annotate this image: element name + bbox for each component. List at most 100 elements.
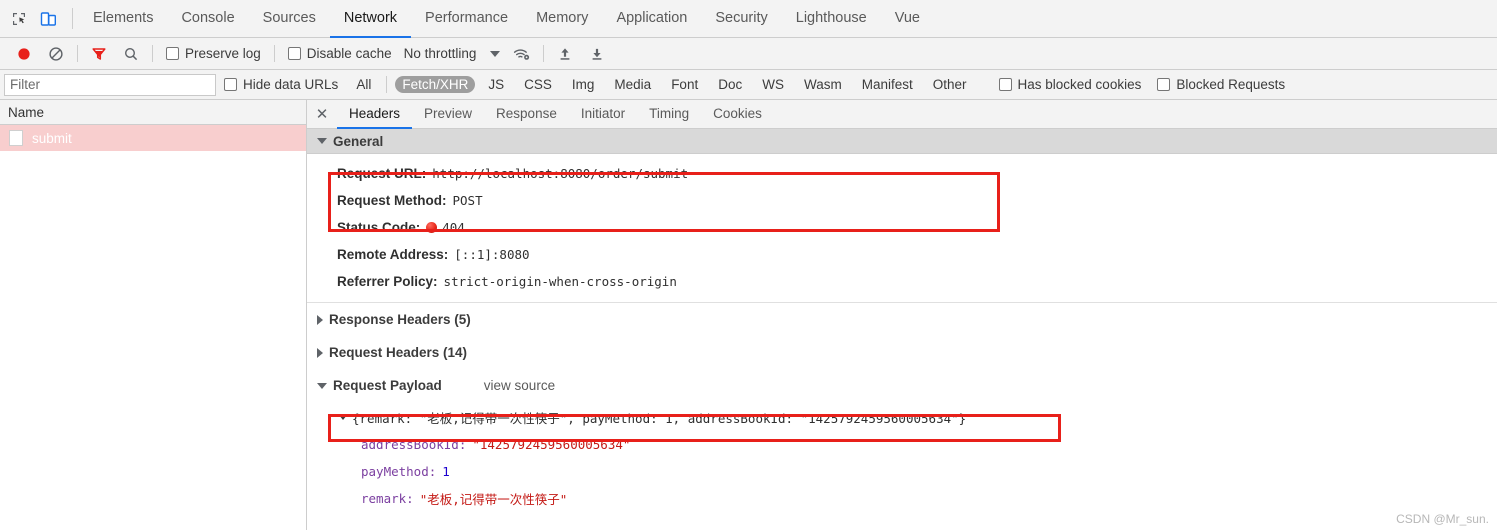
table-row[interactable]: submit: [0, 125, 306, 151]
network-body: Name submit ✕ Headers Preview Response I…: [0, 100, 1497, 530]
device-toolbar-icon[interactable]: [34, 0, 64, 37]
general-row-request-url: Request URL: http://localhost:8080/order…: [337, 160, 1497, 187]
payload-properties: addressBookId: "1425792459560005634" pay…: [307, 427, 1497, 512]
property-value: "1425792459560005634": [472, 437, 631, 452]
section-title-response-headers: Response Headers (5): [329, 312, 471, 327]
general-row-referrer-policy: Referrer Policy: strict-origin-when-cros…: [337, 268, 1497, 295]
triangle-right-icon: [317, 347, 323, 358]
toolbar-divider: [273, 45, 275, 62]
devtools-main-tabbar: Elements Console Sources Network Perform…: [0, 0, 1497, 38]
clear-icon[interactable]: [40, 46, 72, 62]
triangle-down-icon: [317, 138, 327, 144]
section-title-general: General: [333, 133, 384, 149]
payload-row-remark: remark: "老板,记得带一次性筷子": [361, 485, 1497, 512]
property-value: 1: [442, 464, 450, 479]
filter-chip-wasm[interactable]: Wasm: [797, 76, 849, 93]
checkbox-box: [998, 78, 1012, 91]
request-list-column-header-name[interactable]: Name: [0, 100, 306, 125]
section-header-request-headers[interactable]: Request Headers (14): [307, 336, 1497, 369]
filter-chip-manifest[interactable]: Manifest: [855, 76, 920, 93]
tab-initiator[interactable]: Initiator: [569, 100, 637, 129]
row-key: Remote Address:: [337, 247, 449, 262]
upload-arrow-icon[interactable]: [549, 46, 581, 62]
property-key: addressBookId:: [361, 437, 467, 452]
has-blocked-cookies-label: Has blocked cookies: [1017, 77, 1142, 92]
wifi-gear-icon[interactable]: [506, 46, 538, 62]
toolbar-divider: [72, 8, 73, 29]
filter-chip-font[interactable]: Font: [664, 76, 705, 93]
search-icon[interactable]: [115, 46, 147, 62]
filter-chip-ws[interactable]: WS: [755, 76, 791, 93]
section-header-general[interactable]: General: [307, 129, 1497, 154]
hide-data-urls-label: Hide data URLs: [243, 77, 339, 92]
inspect-element-icon[interactable]: [4, 0, 34, 37]
record-icon[interactable]: [8, 46, 40, 62]
throttling-value: No throttling: [403, 46, 477, 61]
filter-divider: [386, 76, 388, 93]
property-value: "老板,记得带一次性筷子": [419, 492, 568, 507]
document-icon: [9, 130, 23, 146]
triangle-down-icon: [317, 382, 327, 389]
filter-chip-img[interactable]: Img: [565, 76, 602, 93]
payload-row-addressbookid: addressBookId: "1425792459560005634": [361, 431, 1497, 458]
row-value: strict-origin-when-cross-origin: [443, 274, 677, 289]
row-key: Request URL:: [337, 166, 427, 181]
payload-summary-row[interactable]: {remark: "老板,记得带一次性筷子", payMethod: 1, ad…: [335, 408, 1497, 427]
row-value: 404: [442, 220, 465, 235]
filter-chip-fetch-xhr[interactable]: Fetch/XHR: [395, 76, 476, 93]
tab-headers[interactable]: Headers: [337, 100, 413, 129]
triangle-down-icon: [339, 415, 347, 420]
tab-timing[interactable]: Timing: [637, 100, 701, 129]
filter-chip-css[interactable]: CSS: [517, 76, 559, 93]
has-blocked-cookies-checkbox[interactable]: Has blocked cookies: [991, 77, 1150, 92]
tab-response[interactable]: Response: [484, 100, 569, 129]
tab-cookies[interactable]: Cookies: [701, 100, 774, 129]
filter-chip-other[interactable]: Other: [926, 76, 974, 93]
filter-chip-all[interactable]: All: [349, 76, 378, 93]
property-key: remark:: [361, 491, 414, 506]
network-filter-bar: Hide data URLs All Fetch/XHR JS CSS Img …: [0, 70, 1497, 100]
tab-network[interactable]: Network: [329, 0, 412, 38]
request-detail-panel: ✕ Headers Preview Response Initiator Tim…: [307, 100, 1497, 530]
row-value: http://localhost:8080/order/submit: [432, 166, 689, 181]
tab-lighthouse[interactable]: Lighthouse: [782, 0, 881, 38]
filter-input[interactable]: [4, 73, 216, 96]
tab-elements[interactable]: Elements: [79, 0, 167, 38]
disable-cache-label: Disable cache: [306, 46, 392, 61]
toolbar-divider: [543, 45, 545, 62]
preserve-log-checkbox[interactable]: Preserve log: [158, 46, 269, 61]
tab-vue[interactable]: Vue: [881, 0, 934, 38]
close-icon[interactable]: ✕: [307, 100, 337, 128]
row-value: [::1]:8080: [454, 247, 530, 262]
tab-sources[interactable]: Sources: [249, 0, 330, 38]
hide-data-urls-checkbox[interactable]: Hide data URLs: [216, 77, 346, 92]
filter-funnel-icon[interactable]: [83, 46, 115, 62]
chevron-down-icon: [490, 50, 501, 57]
request-name: submit: [32, 130, 72, 146]
disable-cache-checkbox[interactable]: Disable cache: [280, 46, 400, 61]
tab-preview[interactable]: Preview: [412, 100, 484, 129]
tab-application[interactable]: Application: [602, 0, 701, 38]
tab-security[interactable]: Security: [701, 0, 781, 38]
section-header-request-payload[interactable]: Request Payload view source: [307, 369, 1497, 402]
network-control-toolbar: Preserve log Disable cache No throttling: [0, 38, 1497, 70]
preserve-log-label: Preserve log: [185, 46, 261, 61]
filter-chip-doc[interactable]: Doc: [711, 76, 749, 93]
throttling-select[interactable]: No throttling: [400, 46, 507, 61]
section-header-response-headers[interactable]: Response Headers (5): [307, 303, 1497, 336]
download-arrow-icon[interactable]: [581, 46, 613, 62]
toolbar-divider: [77, 45, 78, 62]
tab-console[interactable]: Console: [167, 0, 248, 38]
headers-content: General Request URL: http://localhost:80…: [307, 129, 1497, 530]
section-title-request-headers: Request Headers (14): [329, 345, 468, 360]
filter-chip-media[interactable]: Media: [607, 76, 658, 93]
blocked-requests-checkbox[interactable]: Blocked Requests: [1149, 77, 1293, 92]
view-source-link[interactable]: view source: [484, 378, 555, 393]
watermark: CSDN @Mr_sun.: [1396, 512, 1489, 526]
section-title-request-payload: Request Payload: [333, 378, 442, 393]
checkbox-box: [224, 78, 237, 91]
filter-chip-js[interactable]: JS: [481, 76, 511, 93]
tab-memory[interactable]: Memory: [522, 0, 602, 38]
tab-performance[interactable]: Performance: [411, 0, 522, 38]
toolbar-divider: [152, 45, 153, 62]
